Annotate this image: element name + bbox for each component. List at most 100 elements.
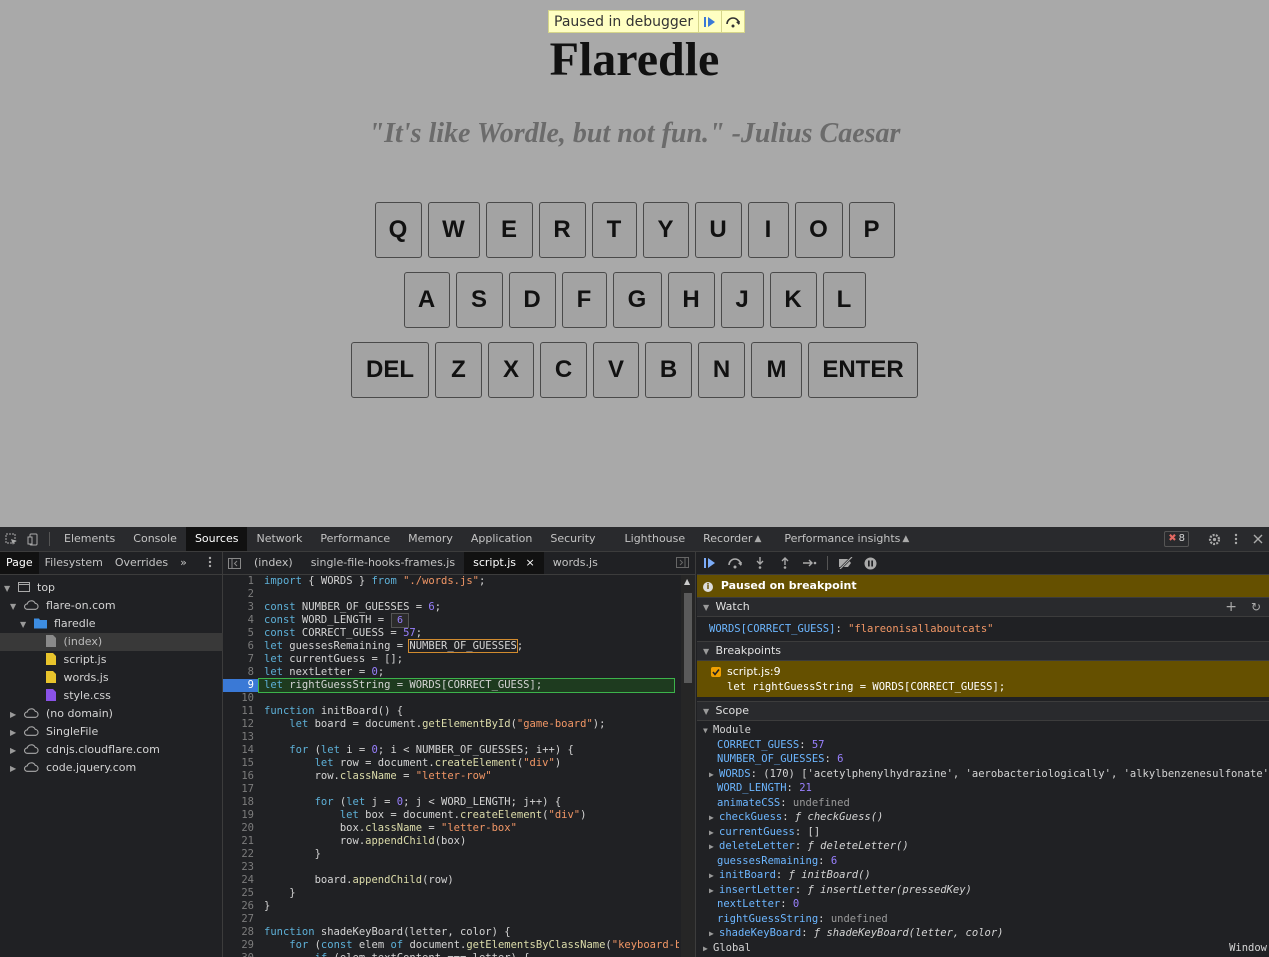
tab-performance-insights[interactable]: Performance insights [775, 527, 902, 551]
tree-item-top[interactable]: ▼ top [0, 579, 226, 597]
scope-var[interactable]: ▶ shadeKeyBoard: ƒ shadeKeyBoard(letter, … [697, 926, 1269, 941]
scrollbar-thumb[interactable] [684, 593, 692, 683]
key-s[interactable]: S [455, 272, 503, 328]
scroll-up-icon[interactable]: ▲ [684, 577, 690, 586]
refresh-watch-icon[interactable]: ↻ [1251, 598, 1261, 616]
breakpoint-item[interactable]: script.js:9 let rightGuessString = WORDS… [697, 661, 1269, 697]
key-c[interactable]: C [540, 342, 587, 398]
key-m[interactable]: M [751, 342, 802, 398]
scope-var[interactable]: ▶ currentGuess: [] [697, 825, 1269, 840]
scope-var[interactable]: ▶ WORDS: (170) ['acetylphenylhydrazine', … [697, 767, 1269, 782]
nav-menu-icon[interactable] [208, 556, 212, 571]
tab-network[interactable]: Network [247, 527, 311, 551]
deactivate-breakpoints-icon[interactable] [833, 552, 858, 574]
key-d[interactable]: D [508, 272, 556, 328]
editor-tab-script-js[interactable]: script.js × [464, 552, 544, 574]
step-over-icon[interactable] [721, 11, 744, 32]
key-f[interactable]: F [561, 272, 607, 328]
tab-application[interactable]: Application [462, 527, 541, 551]
scope-var[interactable]: ▶ initBoard: ƒ initBoard() [697, 868, 1269, 883]
key-o[interactable]: O [794, 202, 843, 258]
tab-performance[interactable]: Performance [311, 527, 399, 551]
step-icon[interactable] [797, 552, 822, 574]
tree-item-jquery[interactable]: ▶ code.jquery.com [0, 759, 232, 777]
toggle-debugger-icon[interactable] [676, 557, 689, 571]
key-j[interactable]: J [720, 272, 764, 328]
editor-tab-words-js[interactable]: words.js [544, 552, 607, 574]
key-q[interactable]: Q [374, 202, 422, 258]
key-l[interactable]: L [822, 272, 866, 328]
close-devtools-icon[interactable] [1247, 527, 1269, 551]
editor-tab-single-file-hooks[interactable]: single-file-hooks-frames.js [302, 552, 464, 574]
scope-var[interactable]: guessesRemaining: 6 [697, 854, 1269, 869]
key-b[interactable]: B [645, 342, 692, 398]
tab-memory[interactable]: Memory [399, 527, 462, 551]
step-over-icon[interactable] [722, 552, 747, 574]
key-t[interactable]: T [591, 202, 637, 258]
key-v[interactable]: V [593, 342, 639, 398]
close-tab-icon[interactable]: × [526, 556, 535, 569]
watch-pane-header[interactable]: ▼ Watch + ↻ [697, 597, 1269, 617]
key-r[interactable]: R [538, 202, 586, 258]
scope-var[interactable]: WORD_LENGTH: 21 [697, 781, 1269, 796]
scope-var[interactable]: CORRECT_GUESS: 57 [697, 738, 1269, 753]
code-line-breakpoint[interactable]: 9 let rightGuessString = WORDS[CORRECT_GU… [223, 678, 679, 693]
code-view[interactable]: 1 import { WORDS } from "./words.js"; 2 3… [223, 575, 679, 957]
tree-item-singlefile[interactable]: ▶ SingleFile [0, 723, 232, 741]
key-i[interactable]: I [747, 202, 789, 258]
scope-var[interactable]: animateCSS: undefined [697, 796, 1269, 811]
breakpoints-pane-header[interactable]: ▼ Breakpoints [697, 641, 1269, 661]
key-p[interactable]: P [848, 202, 895, 258]
key-y[interactable]: Y [642, 202, 689, 258]
tree-item-flare-on[interactable]: ▼ flare-on.com [0, 597, 232, 615]
tree-item-no-domain[interactable]: ▶ (no domain) [0, 705, 232, 723]
scope-var[interactable]: ▶ deleteLetter: ƒ deleteLetter() [697, 839, 1269, 854]
nav-tab-page[interactable]: Page [0, 552, 39, 574]
pause-on-exceptions-icon[interactable] [858, 552, 883, 574]
tab-recorder[interactable]: Recorder [694, 527, 754, 551]
nav-tab-overrides[interactable]: Overrides [109, 552, 174, 574]
tab-sources[interactable]: Sources [185, 527, 248, 551]
tab-security[interactable]: Security [541, 527, 615, 551]
scope-var[interactable]: nextLetter: 0 [697, 897, 1269, 912]
step-out-icon[interactable] [772, 552, 797, 574]
key-h[interactable]: H [667, 272, 715, 328]
scope-module[interactable]: ▼ Module [697, 723, 1269, 738]
resume-icon[interactable] [697, 552, 722, 574]
key-a[interactable]: A [403, 272, 450, 328]
scope-var[interactable]: NUMBER_OF_GUESSES: 6 [697, 752, 1269, 767]
scope-var[interactable]: ▶ checkGuess: ƒ checkGuess() [697, 810, 1269, 825]
tab-elements[interactable]: Elements [55, 527, 124, 551]
resume-icon[interactable] [698, 11, 721, 32]
device-toolbar-icon[interactable] [22, 527, 44, 551]
editor-scrollbar[interactable]: ▲ [681, 575, 695, 957]
key-z[interactable]: Z [435, 342, 482, 398]
inspect-element-icon[interactable] [0, 527, 22, 551]
key-w[interactable]: W [427, 202, 480, 258]
scope-var[interactable]: rightGuessString: undefined [697, 912, 1269, 927]
key-n[interactable]: N [698, 342, 745, 398]
settings-gear-icon[interactable] [1203, 527, 1225, 551]
key-e[interactable]: E [485, 202, 533, 258]
key-g[interactable]: G [612, 272, 662, 328]
scope-pane-header[interactable]: ▼ Scope [697, 701, 1269, 721]
key-k[interactable]: K [769, 272, 817, 328]
editor-tab-index[interactable]: (index) [245, 552, 302, 574]
tab-lighthouse[interactable]: Lighthouse [616, 527, 695, 551]
nav-tab-filesystem[interactable]: Filesystem [39, 552, 109, 574]
watch-expression[interactable]: WORDS[CORRECT_GUESS]: "flareonisallabout… [697, 617, 1269, 641]
key-del[interactable]: DEL [351, 342, 429, 398]
more-options-icon[interactable] [1225, 527, 1247, 551]
tab-console[interactable]: Console [124, 527, 186, 551]
scope-global[interactable]: ▶ Global Window [697, 941, 1269, 956]
scope-var[interactable]: ▶ insertLetter: ƒ insertLetter(pressedKey… [697, 883, 1269, 898]
step-into-icon[interactable] [747, 552, 772, 574]
key-u[interactable]: U [694, 202, 742, 258]
tree-item-flaredle-folder[interactable]: ▼ flaredle [0, 615, 242, 633]
toggle-navigator-icon[interactable] [223, 551, 245, 575]
add-watch-icon[interactable]: + [1225, 598, 1237, 616]
nav-more-tabs-icon[interactable]: » [174, 552, 193, 574]
key-enter[interactable]: ENTER [808, 342, 918, 398]
tree-item-cdnjs[interactable]: ▶ cdnjs.cloudflare.com [0, 741, 232, 759]
key-x[interactable]: X [488, 342, 534, 398]
